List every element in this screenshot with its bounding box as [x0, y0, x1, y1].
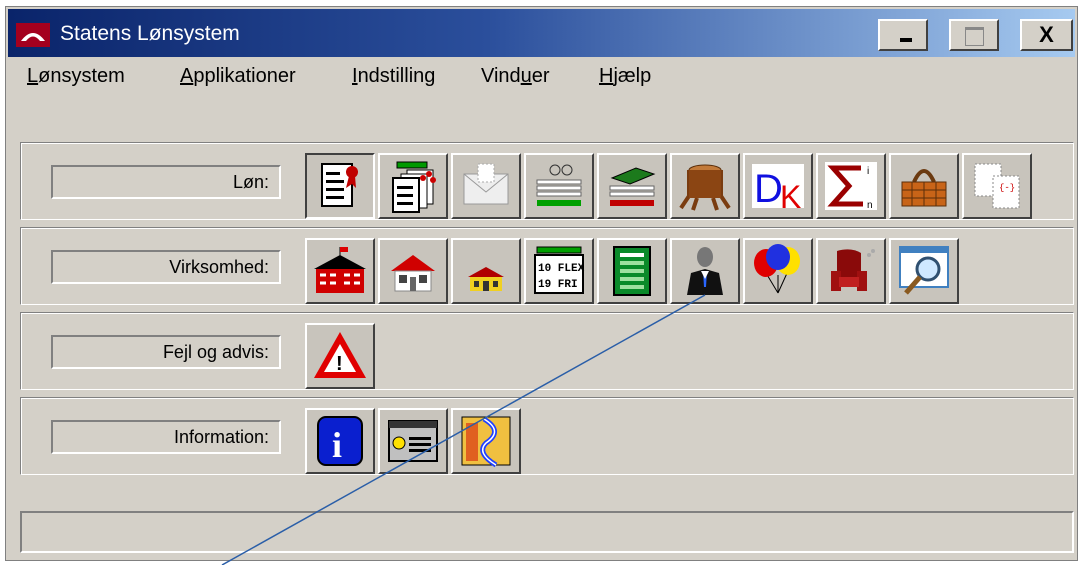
picnic-basket-icon: [901, 169, 947, 207]
person-suit-icon: [687, 247, 723, 295]
menu-text: ønsystem: [38, 65, 125, 87]
yellow-house-button[interactable]: [451, 238, 521, 304]
menu-text: jælp: [613, 65, 652, 87]
green-book-stack-button[interactable]: [597, 153, 667, 219]
group-label: Information:: [51, 420, 281, 454]
group-lon: Løn: D K i n {-}: [20, 142, 1074, 220]
glasses-papers-icon: [536, 164, 582, 206]
message-window-button[interactable]: [378, 408, 448, 474]
green-book-stack-icon: [609, 167, 656, 206]
magnifier-window-icon: [899, 246, 949, 295]
balloons-icon: [754, 244, 800, 294]
person-suit-button[interactable]: [670, 238, 740, 304]
menu-lonsystem[interactable]: Lønsystem: [27, 65, 125, 88]
maximize-icon: [965, 27, 984, 46]
armchair-icon: [831, 249, 875, 291]
map-icon: [461, 416, 511, 468]
warning-mark: !: [336, 353, 343, 375]
dk-letters-icon: D K: [752, 164, 804, 214]
svg-text:K: K: [780, 179, 801, 214]
sigma-icon: i n: [825, 162, 877, 211]
close-icon: X: [1039, 22, 1054, 47]
menu-text: er: [531, 65, 550, 87]
dk-button[interactable]: D K: [743, 153, 813, 219]
application-window: Statens Lønsystem X Lønsystem Applikatio…: [5, 6, 1078, 561]
menu-text: ndstilling: [357, 65, 436, 87]
svg-text:{-}: {-}: [999, 183, 1015, 193]
close-button[interactable]: X: [1020, 19, 1073, 51]
balloons-button[interactable]: [743, 238, 813, 304]
window-title: Statens Lønsystem: [60, 22, 240, 45]
red-house-button[interactable]: [378, 238, 448, 304]
sigma-button[interactable]: i n: [816, 153, 886, 219]
menu-applikationer[interactable]: Applikationer: [180, 65, 296, 88]
menu-accelerator: u: [520, 65, 532, 87]
green-ledger-button[interactable]: [597, 238, 667, 304]
green-ledger-icon: [613, 246, 651, 296]
envelope-button[interactable]: [451, 153, 521, 219]
document-stack-button[interactable]: [378, 153, 448, 219]
menu-hjaelp[interactable]: Hjælp: [599, 65, 651, 88]
map-button[interactable]: [451, 408, 521, 474]
menu-accelerator: A: [180, 65, 194, 87]
dotted-cards-icon: {-}: [974, 163, 1020, 209]
menu-vinduer[interactable]: Vinduer: [481, 65, 550, 88]
envelope-icon: [463, 163, 509, 205]
menu-indstilling[interactable]: Indstilling: [352, 65, 435, 88]
menu-text: pplikationer: [193, 65, 296, 87]
svg-text:n: n: [867, 200, 873, 211]
dotted-cards-button[interactable]: {-}: [962, 153, 1032, 219]
maximize-button[interactable]: [949, 19, 999, 51]
picnic-basket-button[interactable]: [889, 153, 959, 219]
title-bar[interactable]: Statens Lønsystem X: [8, 9, 1075, 57]
warning-triangle-icon: !: [314, 332, 366, 378]
fri-text: 19 FRI: [538, 279, 578, 291]
group-information: Information: i: [20, 397, 1074, 475]
info-icon: i: [317, 416, 363, 466]
menu-text: Vind: [481, 65, 521, 87]
svg-text:D: D: [754, 167, 783, 211]
group-label: Løn:: [51, 165, 281, 199]
info-button[interactable]: i: [305, 408, 375, 474]
message-window-icon: [388, 420, 438, 462]
tree-stump-button[interactable]: [670, 153, 740, 219]
document-ribbon-icon: [321, 163, 358, 207]
status-bar: [20, 511, 1074, 553]
yellow-house-icon: [468, 267, 504, 291]
svg-text:i: i: [867, 166, 869, 177]
red-mansion-button[interactable]: [305, 238, 375, 304]
group-virksomhed: Virksomhed: 10 FLEX 19 FRI: [20, 227, 1074, 305]
glasses-papers-button[interactable]: [524, 153, 594, 219]
flex-calendar-button[interactable]: 10 FLEX 19 FRI: [524, 238, 594, 304]
group-fejl-og-advis: Fejl og advis: !: [20, 312, 1074, 390]
minimize-button[interactable]: [878, 19, 928, 51]
group-label: Fejl og advis:: [51, 335, 281, 369]
warning-button[interactable]: !: [305, 323, 375, 389]
magnifier-window-button[interactable]: [889, 238, 959, 304]
minimize-icon: [900, 38, 912, 42]
menu-accelerator: L: [27, 65, 39, 87]
app-logo-icon: [16, 23, 50, 47]
document-stack-icon: [392, 161, 436, 213]
armchair-button[interactable]: [816, 238, 886, 304]
tree-stump-icon: [679, 164, 731, 211]
flex-text: 10 FLEX: [538, 263, 585, 275]
document-ribbon-button[interactable]: [305, 153, 375, 219]
red-house-icon: [391, 255, 435, 292]
flex-calendar-icon: 10 FLEX 19 FRI: [534, 246, 585, 294]
info-letter: i: [332, 425, 342, 465]
menu-accelerator: H: [599, 65, 614, 87]
red-mansion-flag-icon: [314, 247, 366, 293]
group-label: Virksomhed:: [51, 250, 281, 284]
